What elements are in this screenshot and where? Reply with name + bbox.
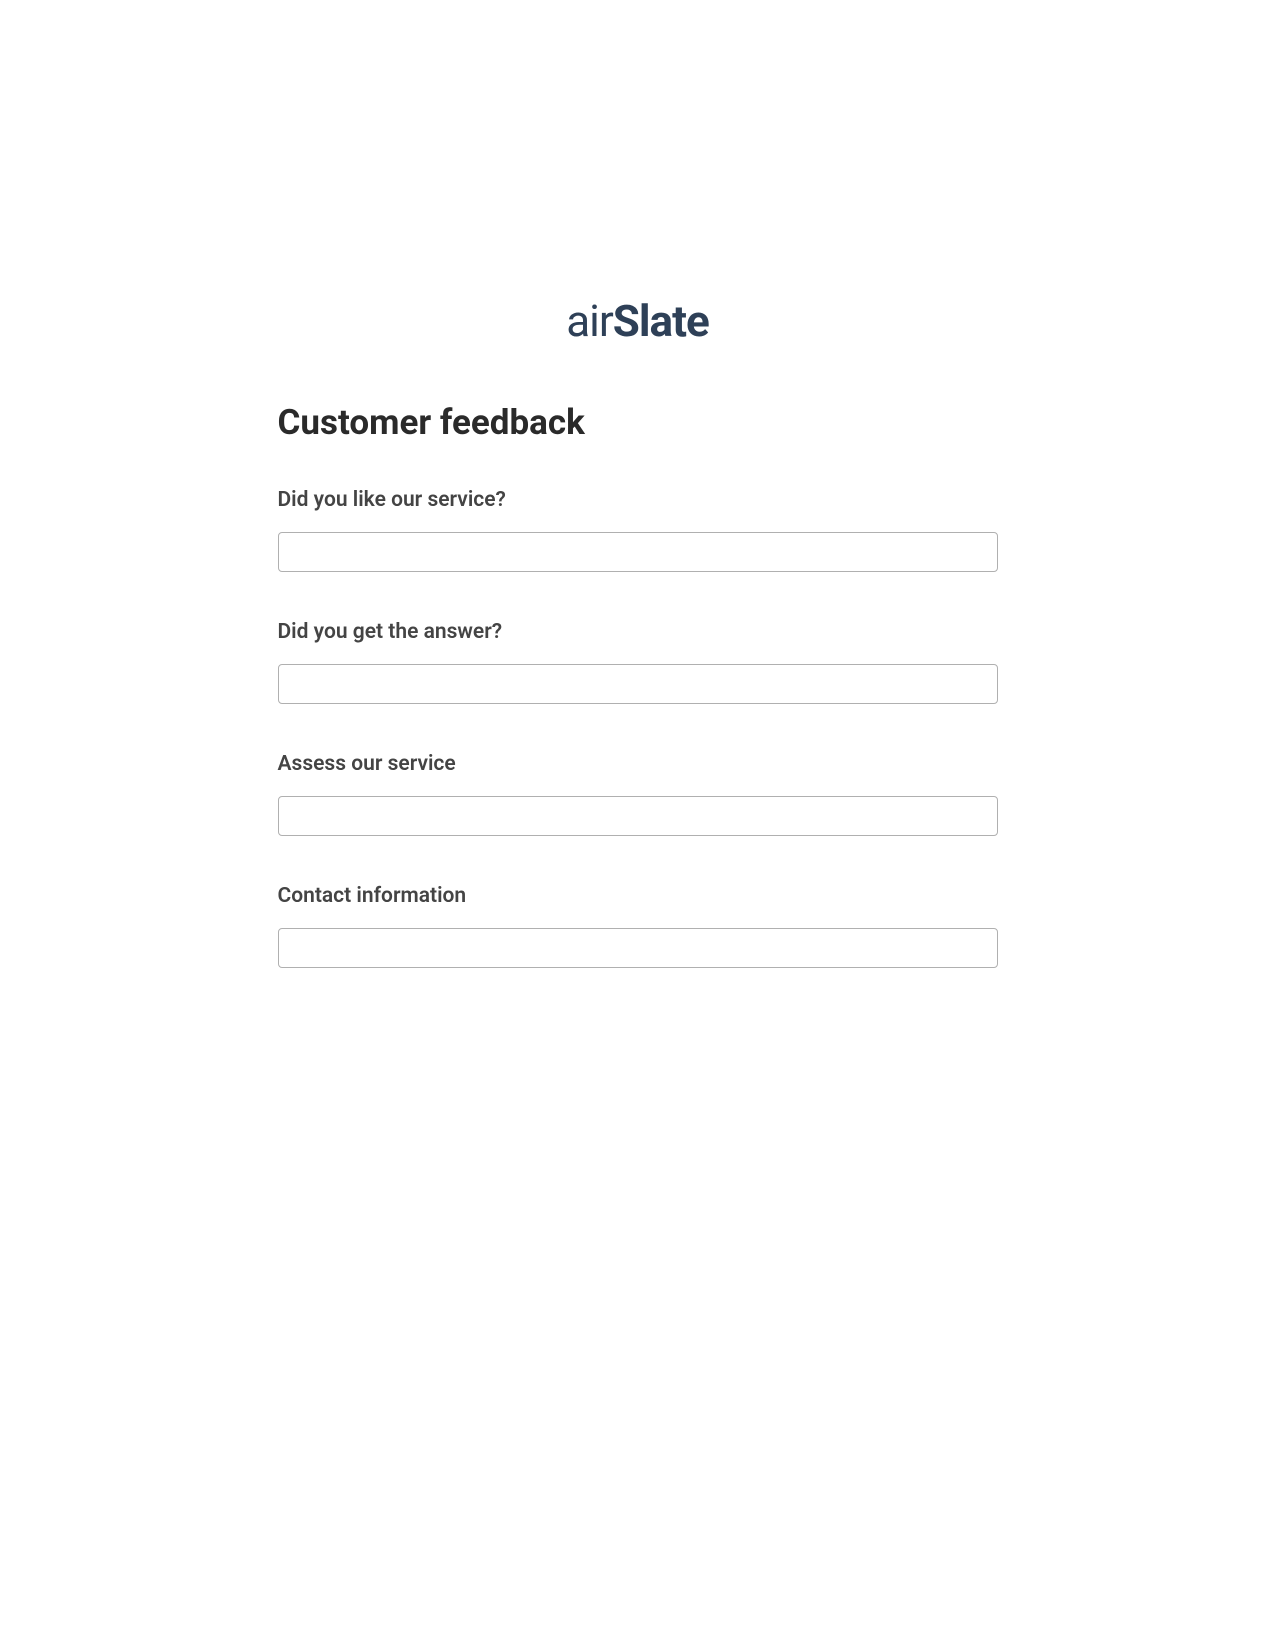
input-assess[interactable] <box>278 796 998 836</box>
input-answer[interactable] <box>278 664 998 704</box>
form-group-service-like: Did you like our service? <box>278 488 998 572</box>
logo-part-air: air <box>566 295 613 347</box>
label-service-like: Did you like our service? <box>278 488 998 512</box>
input-service-like[interactable] <box>278 532 998 572</box>
form-group-assess: Assess our service <box>278 752 998 836</box>
logo: airSlate <box>278 295 998 347</box>
form-container: airSlate Customer feedback Did you like … <box>278 295 998 968</box>
label-assess: Assess our service <box>278 752 998 776</box>
input-contact[interactable] <box>278 928 998 968</box>
form-group-answer: Did you get the answer? <box>278 620 998 704</box>
form-title: Customer feedback <box>278 402 998 443</box>
logo-part-slate: Slate <box>613 295 709 347</box>
label-contact: Contact information <box>278 884 998 908</box>
logo-text: airSlate <box>566 295 708 347</box>
form-group-contact: Contact information <box>278 884 998 968</box>
label-answer: Did you get the answer? <box>278 620 998 644</box>
